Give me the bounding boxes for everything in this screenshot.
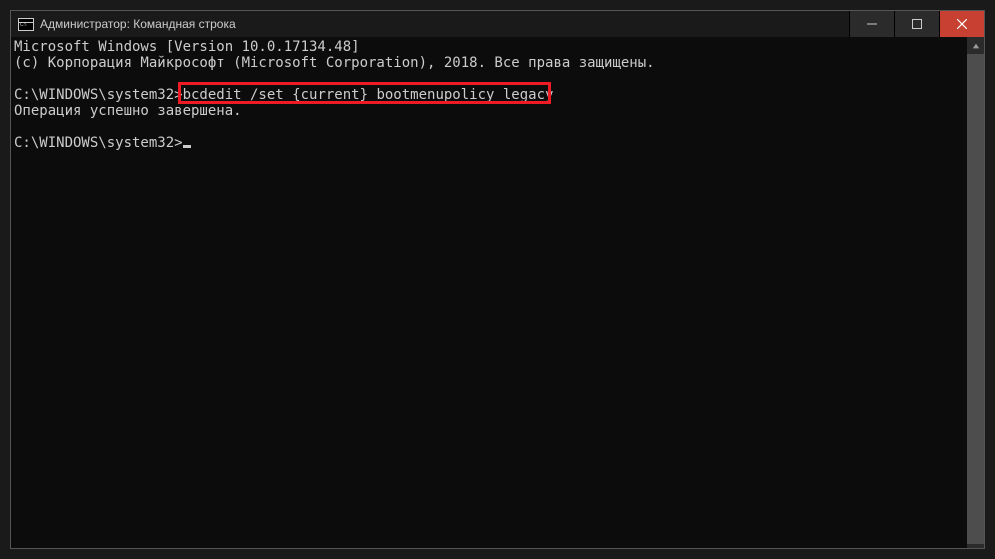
cursor xyxy=(183,145,191,148)
terminal-output[interactable]: Microsoft Windows [Version 10.0.17134.48… xyxy=(11,37,967,548)
output-line: (c) Корпорация Майкрософт (Microsoft Cor… xyxy=(14,55,967,71)
minimize-button[interactable] xyxy=(849,11,894,37)
output-line: Операция успешно завершена. xyxy=(14,103,967,119)
window-controls xyxy=(849,11,984,37)
vertical-scrollbar[interactable] xyxy=(967,37,984,548)
cmd-icon xyxy=(18,18,34,31)
maximize-button[interactable] xyxy=(894,11,939,37)
content-area: Microsoft Windows [Version 10.0.17134.48… xyxy=(11,37,984,548)
prompt-line: C:\WINDOWS\system32> xyxy=(14,135,967,151)
command-line: C:\WINDOWS\system32>bcdedit /set {curren… xyxy=(14,87,967,103)
window-title: Администратор: Командная строка xyxy=(40,17,849,31)
typed-command: bcdedit /set {current} bootmenupolicy le… xyxy=(183,87,554,103)
cmd-window: Администратор: Командная строка Microsof… xyxy=(10,10,985,549)
output-line: Microsoft Windows [Version 10.0.17134.48… xyxy=(14,39,967,55)
scrollbar-thumb[interactable] xyxy=(967,54,984,544)
scrollbar-track[interactable] xyxy=(967,54,984,531)
close-button[interactable] xyxy=(939,11,984,37)
scroll-up-button[interactable] xyxy=(967,37,984,54)
prompt-path: C:\WINDOWS\system32> xyxy=(14,87,183,103)
prompt-path: C:\WINDOWS\system32> xyxy=(14,135,183,151)
titlebar[interactable]: Администратор: Командная строка xyxy=(11,11,984,37)
